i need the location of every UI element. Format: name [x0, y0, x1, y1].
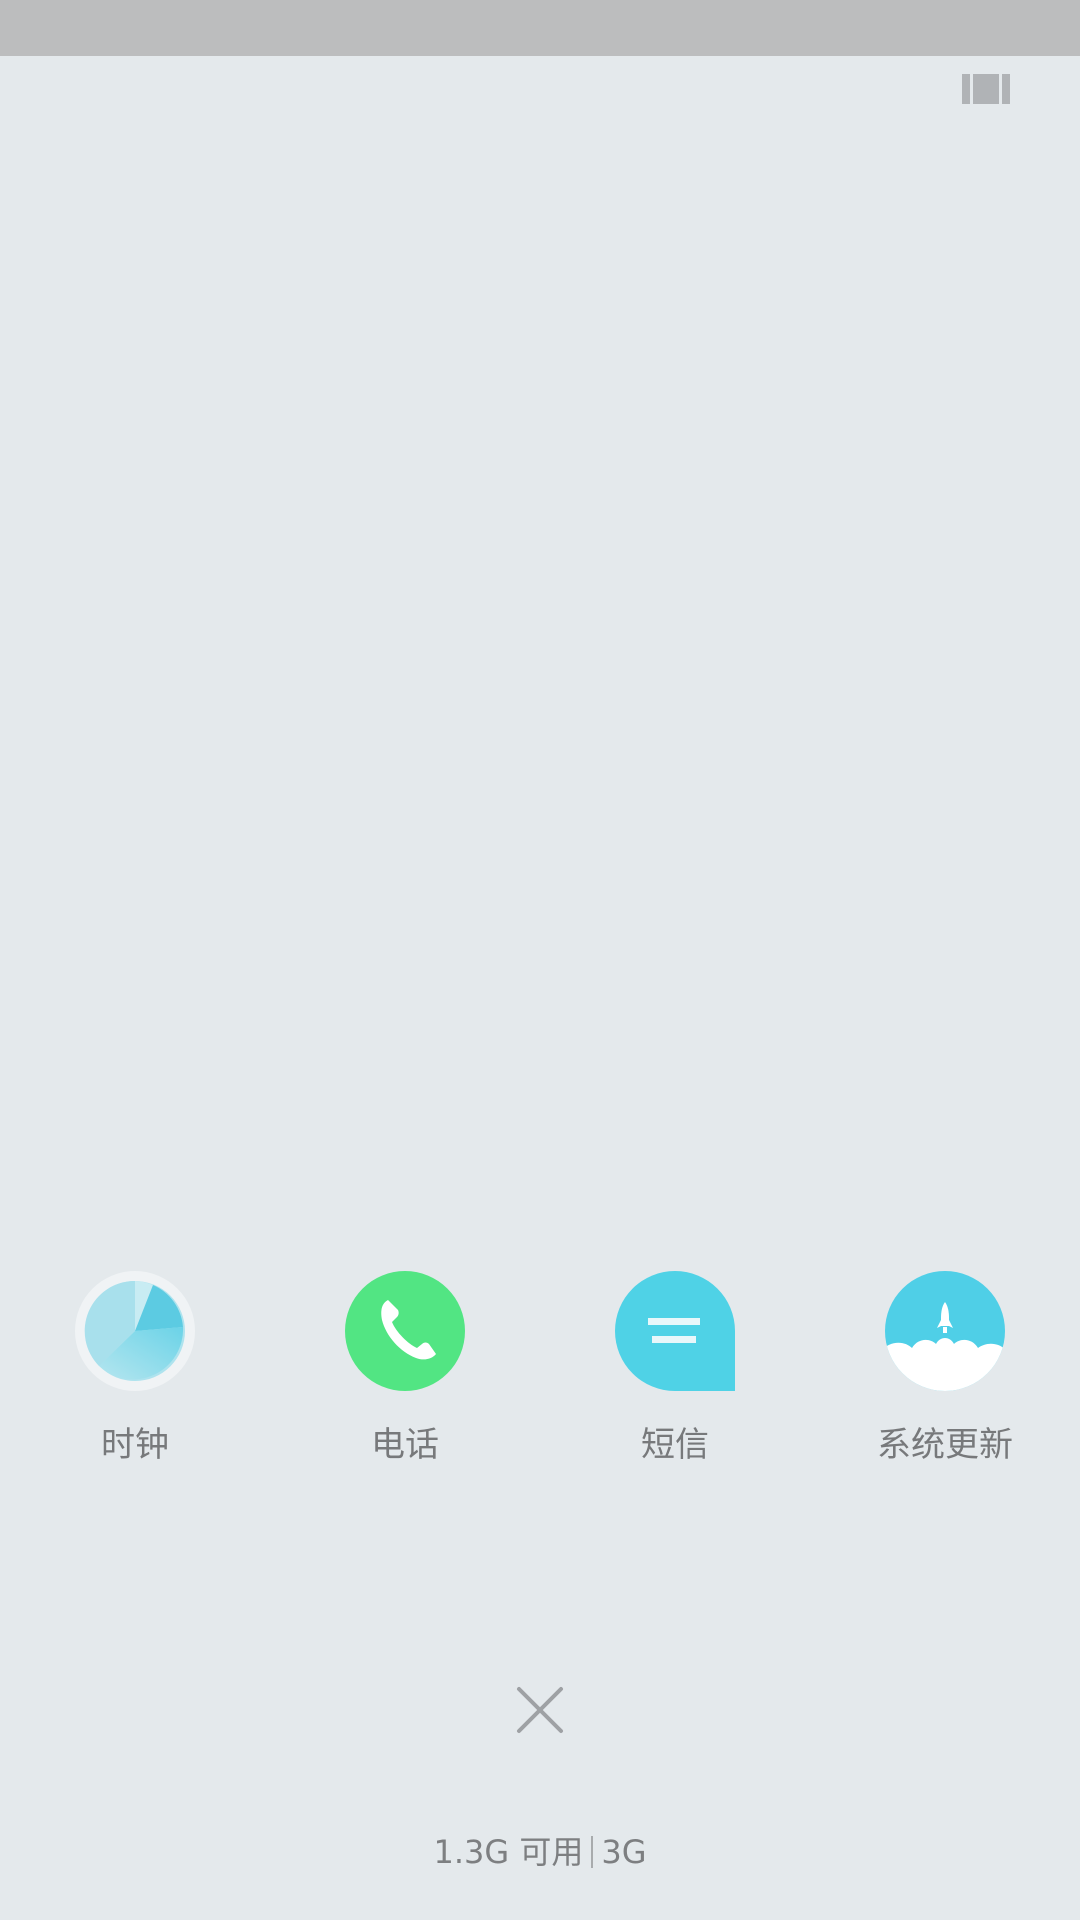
recent-apps-row: 时钟 电话 短信 系统更新 [0, 1270, 1080, 1480]
app-clock[interactable]: 时钟 [25, 1270, 245, 1480]
app-messages[interactable]: 短信 [565, 1270, 785, 1480]
recent-apps-screen: 时钟 电话 短信 系统更新 1.3G 可用 3G [0, 0, 1080, 1920]
memory-total: 3G [601, 1833, 647, 1871]
memory-info: 1.3G 可用 3G [0, 1836, 1080, 1868]
layout-toggle-button[interactable] [962, 70, 1014, 106]
memory-available: 1.3G 可用 [433, 1833, 584, 1871]
rocket-icon [884, 1270, 1006, 1392]
app-messages-label: 短信 [641, 1425, 709, 1465]
app-phone-label: 电话 [371, 1425, 439, 1465]
app-system-update[interactable]: 系统更新 [835, 1270, 1055, 1480]
clear-all-button[interactable] [510, 1680, 570, 1740]
close-icon [517, 1687, 563, 1733]
app-phone[interactable]: 电话 [295, 1270, 515, 1480]
message-icon [614, 1270, 736, 1392]
clock-icon [74, 1270, 196, 1392]
memory-divider [591, 1836, 594, 1868]
app-clock-label: 时钟 [101, 1425, 169, 1465]
app-system-update-label: 系统更新 [877, 1425, 1013, 1465]
layout-grid-icon [962, 74, 1010, 104]
phone-icon [344, 1270, 466, 1392]
status-bar [0, 0, 1080, 56]
